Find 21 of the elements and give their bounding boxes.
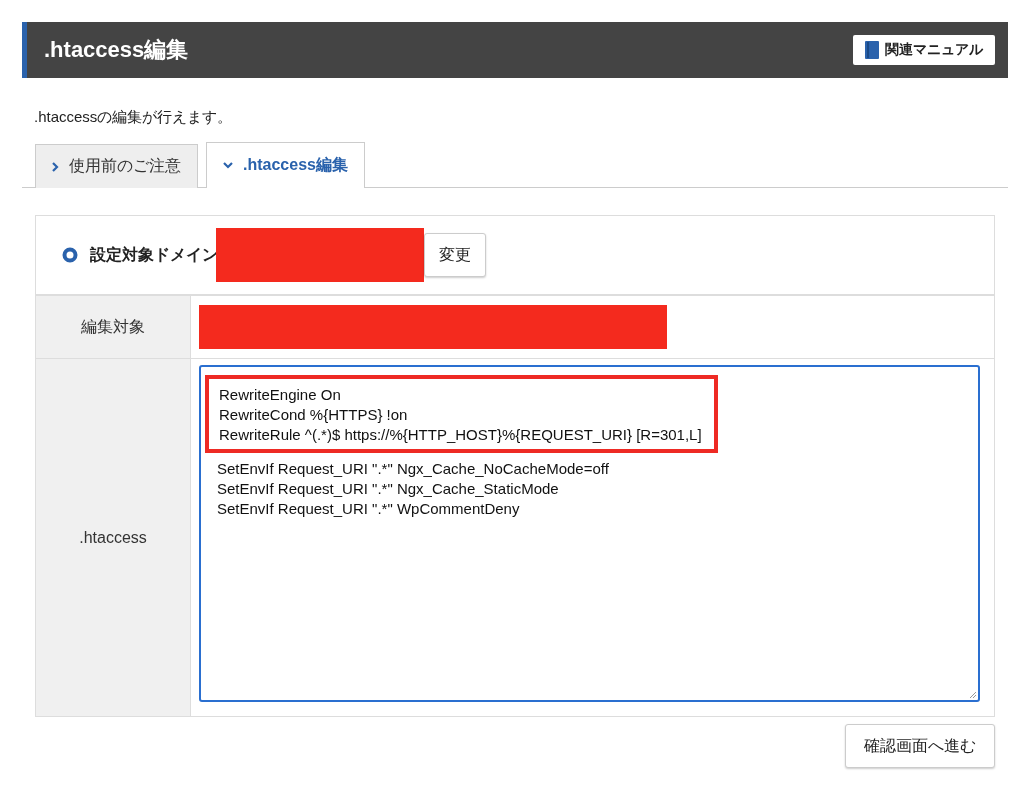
confirm-button[interactable]: 確認画面へ進む: [845, 724, 995, 768]
row-label: 編集対象: [36, 296, 191, 358]
book-icon: [865, 41, 879, 59]
code-editor[interactable]: [199, 365, 980, 702]
description-text: .htaccessの編集が行えます。: [34, 108, 234, 127]
tab[interactable]: .htaccess編集: [206, 142, 365, 188]
code-line: RewriteEngine On: [219, 385, 342, 405]
code-line: RewriteRule ^(.*)$ https://%{HTTP_HOST}%{REQUEST_URI} [R=301,L]: [219, 425, 702, 445]
code-line: SetEnvIf Request_URI ".*" WpCommentDeny: [216, 499, 521, 519]
manual-button[interactable]: 関連マニュアル: [853, 35, 995, 65]
chevron-right-icon: [52, 161, 59, 172]
ring-icon: [62, 247, 78, 263]
resize-grip-icon[interactable]: [969, 691, 977, 699]
change-button[interactable]: 変更: [424, 233, 486, 277]
code-line: SetEnvIf Request_URI ".*" Ngx_Cache_StaticMode: [216, 479, 560, 499]
code-line: SetEnvIf Request_URI ".*" Ngx_Cache_NoCacheMode=off: [216, 459, 610, 479]
code-line: RewriteCond %{HTTPS} !on: [219, 405, 409, 425]
tab[interactable]: 使用前のご注意: [35, 144, 198, 188]
chevron-down-icon: [223, 162, 233, 169]
row-label: .htaccess: [36, 359, 191, 716]
page-title: .htaccess編集: [44, 36, 189, 64]
